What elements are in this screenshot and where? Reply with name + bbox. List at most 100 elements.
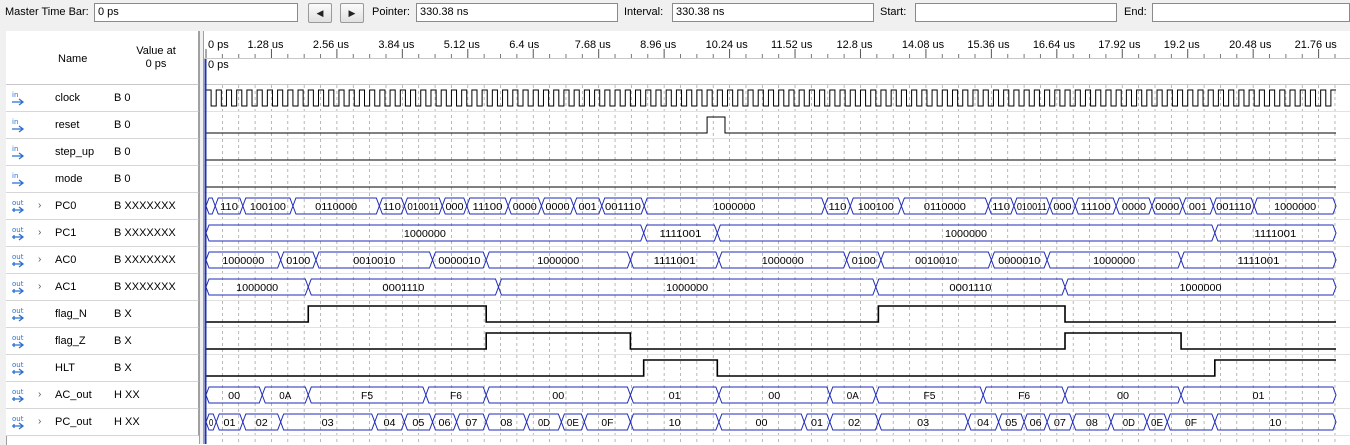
ruler-tick-label: 3.84 us bbox=[378, 39, 415, 51]
interval-label: Interval: bbox=[624, 6, 664, 18]
pc_out-bus-value: 06 bbox=[1030, 418, 1042, 429]
ruler-tick-label: 7.68 us bbox=[575, 39, 612, 51]
pc_out-bus-value: 0F bbox=[1185, 418, 1197, 429]
end-label: End: bbox=[1124, 6, 1147, 18]
signal-row-ac0[interactable]: out › AC0 B XXXXXXX bbox=[6, 247, 199, 274]
output-pin-icon: out bbox=[12, 280, 25, 295]
pc_out-bus-value: 05 bbox=[412, 418, 424, 429]
ruler-tick-label: 19.2 us bbox=[1164, 39, 1201, 51]
cursor-band bbox=[204, 59, 1350, 85]
input-pin-icon: in bbox=[12, 91, 25, 106]
signal-name: reset bbox=[55, 119, 80, 131]
signal-row-hlt[interactable]: out HLT B X bbox=[6, 355, 199, 382]
pc0-bus-value: 0000 bbox=[1155, 202, 1179, 213]
pc_out-bus-value: 02 bbox=[256, 418, 268, 429]
pc0-bus-value: 100100 bbox=[858, 202, 894, 213]
ac1-bus-value: 0001110 bbox=[382, 283, 424, 294]
ruler-tick-label: 12.8 us bbox=[836, 39, 873, 51]
signal-row-ac1[interactable]: out › AC1 B XXXXXXX bbox=[6, 274, 199, 301]
expand-chevron-icon[interactable]: › bbox=[38, 200, 41, 211]
ruler-tick-label: 10.24 us bbox=[706, 39, 749, 51]
pc0-bus-value: 100100 bbox=[250, 202, 286, 213]
pc_out-bus-value: 07 bbox=[465, 418, 477, 429]
signal-name: flag_Z bbox=[55, 335, 86, 347]
hlt-waveform bbox=[206, 359, 1336, 377]
signal-row-ac_out[interactable]: out › AC_out H XX bbox=[6, 382, 199, 409]
pc0-bus-value: 11100 bbox=[1081, 202, 1111, 213]
ac0-bus-value: 1111001 bbox=[654, 256, 696, 267]
ac_out-bus-value: F6 bbox=[450, 391, 462, 402]
pc0-bus-value: 1000000 bbox=[713, 202, 755, 213]
pc0-bus-value: 0110000 bbox=[315, 202, 357, 213]
signal-row-reset[interactable]: in reset B 0 bbox=[6, 112, 199, 139]
pointer-field[interactable]: 330.38 ns bbox=[416, 3, 618, 22]
signal-row-flag_n[interactable]: out flag_N B X bbox=[6, 301, 199, 328]
pc_out-bus-value: 07 bbox=[1054, 418, 1066, 429]
ac_out-bus-value: F6 bbox=[1018, 391, 1030, 402]
signal-value: B 0 bbox=[114, 119, 131, 131]
ruler-tick-label: 21.76 us bbox=[1295, 39, 1338, 51]
expand-chevron-icon[interactable]: › bbox=[38, 389, 41, 400]
ac_out-bus-value: 00 bbox=[1117, 391, 1129, 402]
input-pin-icon: in bbox=[12, 145, 25, 160]
ruler-tick-label: 1.28 us bbox=[247, 39, 284, 51]
pc_out-bus-value: 0E bbox=[1151, 418, 1163, 429]
pc0-bus-value: 001110 bbox=[605, 202, 641, 213]
signal-row-flag_z[interactable]: out flag_Z B X bbox=[6, 328, 199, 355]
pc0-bus-value: 110 bbox=[383, 202, 401, 213]
svg-text:in: in bbox=[12, 91, 18, 99]
signal-name: PC0 bbox=[55, 200, 77, 212]
waveform-canvas[interactable]: 0 ps 1.28 us 2.56 us 3.84 us 5.12 us 6.4 us 7.… bbox=[204, 31, 1350, 444]
reset-waveform bbox=[206, 116, 1336, 134]
expand-chevron-icon[interactable]: › bbox=[38, 227, 41, 238]
time-bar-toolbar: Master Time Bar: 0 ps ◀ ▶ Pointer: 330.3… bbox=[0, 0, 1350, 28]
triangle-left-icon: ◀ bbox=[316, 8, 324, 18]
interval-field[interactable]: 330.38 ns bbox=[672, 3, 874, 22]
pc0-bus-value: 0000 bbox=[513, 202, 537, 213]
signal-row-mode[interactable]: in mode B 0 bbox=[6, 166, 199, 193]
signal-row-clock[interactable]: in clock B 0 bbox=[6, 85, 199, 112]
pc_out-bus-value: 0D bbox=[1123, 418, 1135, 429]
master-time-bar-field[interactable]: 0 ps bbox=[94, 3, 298, 22]
output-pin-icon: out bbox=[12, 334, 25, 349]
signal-row-pc_out[interactable]: out › PC_out H XX bbox=[6, 409, 199, 436]
expand-chevron-icon[interactable]: › bbox=[38, 254, 41, 265]
ac_out-bus-value: F5 bbox=[361, 391, 373, 402]
pc0-bus-value: 000 bbox=[445, 202, 463, 213]
name-column-header[interactable]: Name bbox=[58, 53, 87, 65]
pc_out-bus-value: 10 bbox=[669, 418, 681, 429]
next-transition-button[interactable]: ▶ bbox=[340, 3, 364, 23]
pc0-bus-value: 001 bbox=[579, 202, 597, 213]
ac_out-bus-value: 01 bbox=[1253, 391, 1265, 402]
previous-transition-button[interactable]: ◀ bbox=[308, 3, 332, 23]
ac1-bus-value: 1000000 bbox=[1180, 283, 1222, 294]
signal-row-pc1[interactable]: out › PC1 B XXXXXXX bbox=[6, 220, 199, 247]
pc0-bus-value: 0000 bbox=[546, 202, 570, 213]
signal-value: B 0 bbox=[114, 173, 131, 185]
svg-text:out: out bbox=[12, 226, 24, 234]
ac_out-bus-value: F5 bbox=[924, 391, 936, 402]
signal-row-pc0[interactable]: out › PC0 B XXXXXXX bbox=[6, 193, 199, 220]
output-pin-icon: out bbox=[12, 415, 25, 430]
ac_out-bus-value: 0A bbox=[279, 391, 291, 402]
start-field[interactable] bbox=[915, 3, 1117, 22]
ruler-tick-label: 0 ps bbox=[208, 39, 229, 51]
svg-text:out: out bbox=[12, 199, 24, 207]
ruler-tick-label: 8.96 us bbox=[640, 39, 677, 51]
pc0-bus-value: 1000000 bbox=[1274, 202, 1316, 213]
start-label: Start: bbox=[880, 6, 907, 18]
expand-chevron-icon[interactable]: › bbox=[38, 416, 41, 427]
pc_out-bus-value: 0F bbox=[601, 418, 613, 429]
end-field[interactable] bbox=[1152, 3, 1350, 22]
pc_out-bus-value: 0 bbox=[209, 418, 214, 429]
ac0-bus-value: 0100 bbox=[852, 256, 876, 267]
pc_out-bus-value: 02 bbox=[848, 418, 860, 429]
pc_out-bus-value: 0E bbox=[567, 418, 579, 429]
ac0-bus-value: 1000000 bbox=[222, 256, 264, 267]
value-column-header[interactable]: Value at 0 ps bbox=[126, 45, 186, 71]
pc0-bus-value: 000 bbox=[1053, 202, 1071, 213]
pc0-bus-segment bbox=[205, 197, 216, 215]
expand-chevron-icon[interactable]: › bbox=[38, 281, 41, 292]
signal-row-step_up[interactable]: in step_up B 0 bbox=[6, 139, 199, 166]
ruler-tick-label: 16.64 us bbox=[1033, 39, 1076, 51]
